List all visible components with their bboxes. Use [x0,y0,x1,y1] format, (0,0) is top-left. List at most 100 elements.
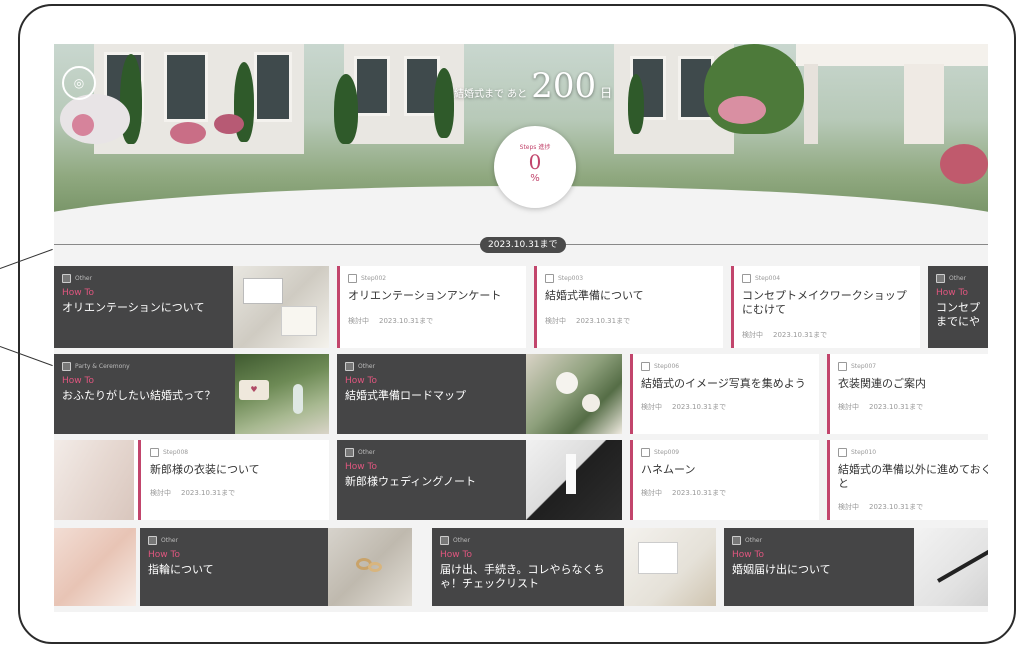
task-card-step006[interactable]: Step006 結婚式のイメージ写真を集めよう 検討中 2023.10.31まで [630,354,819,434]
card-title: 新郎様ウェディングノート [345,475,477,488]
card-howto: How To [345,376,377,386]
card-title: おふたりがしたい結婚式って？ [62,389,216,402]
card-status: 検討中 [641,403,662,411]
task-card-step009[interactable]: Step009 ハネムーン 検討中 2023.10.31まで [630,440,819,520]
countdown-prefix: 結婚式まで あと [454,89,528,100]
card-title: 結婚式準備ロードマップ [345,389,466,402]
card-thumbnail [54,440,134,520]
task-card-step004[interactable]: Step004 コンセプトメイクワークショップにむけて 検討中 2023.10.3… [731,266,920,348]
tuxedo-icon [150,448,159,457]
card-title: 結婚式のイメージ写真を集めよう [641,377,806,390]
card-category: Other [949,275,967,282]
card-step: Step007 [851,363,877,370]
memo-icon [345,362,354,371]
card-step: Step003 [558,275,584,282]
app-screen: ◎ 結婚式まで あと 200 日 Steps 進捗 0 % 2023.10.31… [54,44,988,612]
card-step: Step002 [361,275,387,282]
memo-icon [742,274,751,283]
task-card-ideal-wedding[interactable]: Party & Ceremony How To おふたりがしたい結婚式って？ ♥ [54,354,329,434]
card-title: 届け出、手続き。コレやらなくちゃ！チェックリスト [440,563,605,590]
memo-icon [732,536,741,545]
task-card-step003[interactable]: Step003 結婚式準備について 検討中 2023.10.31まで [534,266,723,348]
card-thumbnail [624,528,716,606]
task-card-orientation[interactable]: Other How To オリエンテーションについて [54,266,329,348]
card-howto: How To [732,550,764,560]
card-status: 検討中 [150,489,171,497]
task-card-marriage-registration[interactable]: Other How To 婚姻届け出について [724,528,988,606]
card-due: 2023.10.31まで [576,317,631,325]
task-card-step008[interactable]: Step008 新郎様の衣装について 検討中 2023.10.31まで [54,440,329,520]
card-due: 2023.10.31まで [773,331,828,339]
steps-progress-circle: Steps 進捗 0 % [494,126,576,208]
card-due: 2023.10.31まで [379,317,434,325]
card-category: Other [453,537,471,544]
card-step: Step010 [851,449,877,456]
card-title: 結婚式の準備以外に進めておくこと [838,463,988,490]
card-thumbnail [914,528,988,606]
countdown-unit: 日 [600,86,613,100]
card-category: Party & Ceremony [75,363,130,370]
task-card-step002[interactable]: Step002 オリエンテーションアンケート 検討中 2023.10.31まで [337,266,526,348]
logo-icon[interactable]: ◎ [62,66,96,100]
card-status: 検討中 [742,331,763,339]
card-title: コンセプ までにや [936,301,980,328]
card-status: 検討中 [348,317,369,325]
card-due: 2023.10.31まで [672,489,727,497]
task-card-roadmap[interactable]: Other How To 結婚式準備ロードマップ [337,354,622,434]
task-card-rings-photo [54,528,136,606]
card-status: 検討中 [641,489,662,497]
card-title: 新郎様の衣装について [150,463,260,476]
date-divider-label: 2023.10.31まで [480,237,566,253]
memo-icon [440,536,449,545]
card-step: Step004 [755,275,781,282]
card-title: 衣装関連のご案内 [838,377,926,390]
card-status: 検討中 [838,403,859,411]
ring-icon [641,362,650,371]
task-card-concept[interactable]: Other How To コンセプ までにや [928,266,988,348]
countdown-days: 200 [531,66,597,106]
card-status: 検討中 [838,503,859,511]
task-card-checklist[interactable]: Other How To 届け出、手続き。コレやらなくちゃ！チェックリスト [432,528,716,606]
memo-icon [148,536,157,545]
memo-icon [641,448,650,457]
dress-icon [838,362,847,371]
task-card-rings[interactable]: Other How To 指輪について [140,528,412,606]
progress-unit: % [530,173,540,184]
card-howto: How To [440,550,472,560]
card-step: Step009 [654,449,680,456]
memo-icon [936,274,945,283]
card-step: Step008 [163,449,189,456]
task-card-step007[interactable]: Step007 衣装関連のご案内 検討中 2023.10.31まで [827,354,988,434]
progress-value: 0 [528,150,542,174]
memo-icon [838,448,847,457]
task-card-step010[interactable]: Step010 結婚式の準備以外に進めておくこと 検討中 2023.10.31まで [827,440,988,520]
card-category: Other [358,449,376,456]
card-category: Other [161,537,179,544]
card-howto: How To [148,550,180,560]
memo-icon [348,274,357,283]
memo-icon [345,448,354,457]
card-category: Other [745,537,763,544]
card-howto: How To [936,288,968,298]
card-due: 2023.10.31まで [672,403,727,411]
card-howto: How To [345,462,377,472]
card-thumbnail [328,528,412,606]
card-category: Other [75,275,93,282]
card-thumbnail [526,354,622,434]
card-title: 指輪について [148,563,214,576]
card-howto: How To [62,288,94,298]
task-card-groom-note[interactable]: Other How To 新郎様ウェディングノート [337,440,622,520]
card-title: オリエンテーションアンケート [348,289,502,302]
hero-banner: ◎ 結婚式まで あと 200 日 Steps 進捗 0 % [54,44,988,234]
memo-icon [62,274,71,283]
card-due: 2023.10.31まで [869,403,924,411]
card-thumbnail: ♥ [235,354,329,434]
card-title: 婚姻届け出について [732,563,831,576]
card-status: 検討中 [545,317,566,325]
card-thumbnail [233,266,329,348]
card-title: 結婚式準備について [545,289,644,302]
chapel-icon [62,362,71,371]
memo-icon [545,274,554,283]
card-title: コンセプトメイクワークショップにむけて [742,289,907,316]
card-title: オリエンテーションについて [62,301,205,314]
